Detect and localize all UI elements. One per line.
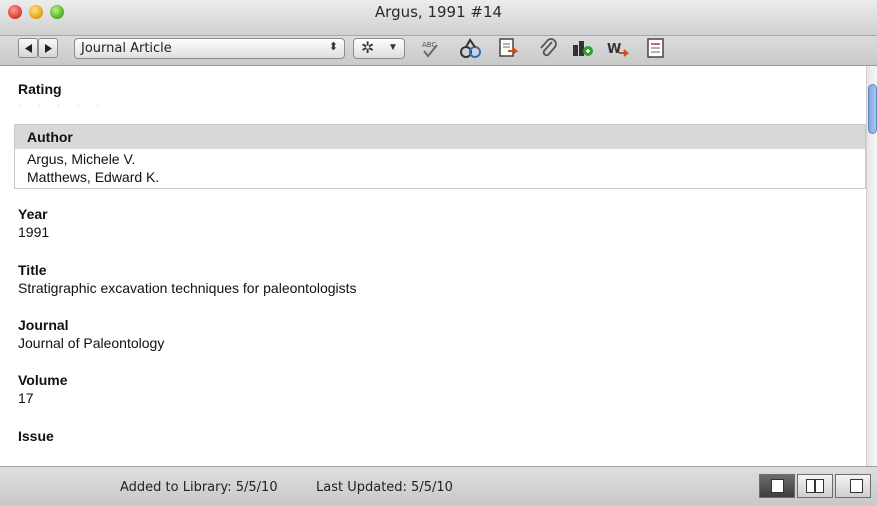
issue-field[interactable]: Issue (18, 427, 863, 445)
right-pane-icon (850, 479, 863, 493)
action-menu-button[interactable]: ✲ ▼ (353, 38, 405, 59)
split-pane-right-icon (815, 479, 824, 493)
author-label: Author (27, 129, 73, 145)
export-reference-icon (499, 38, 519, 57)
svg-text:W: W (607, 42, 621, 57)
issue-label: Issue (18, 428, 54, 444)
insert-figure-icon (573, 41, 593, 56)
rating-field: Rating · · · · · (18, 80, 863, 110)
reference-editor: Rating · · · · · Author Argus, Michele V… (0, 66, 866, 466)
scrollbar-thumb[interactable] (868, 84, 877, 134)
rating-stars[interactable]: · · · · · (18, 100, 863, 110)
status-bar: Added to Library: 5/5/10 Last Updated: 5… (0, 466, 877, 506)
title-bar: Argus, 1991 #14 (0, 0, 877, 36)
spellcheck-icon: ABC (422, 41, 438, 58)
web-link-button[interactable]: W (606, 36, 630, 60)
forward-arrow-icon (45, 44, 52, 53)
edit-fields-icon (647, 38, 664, 58)
reference-type-select[interactable]: Journal Article ⬍ (74, 38, 345, 59)
year-value[interactable]: 1991 (18, 223, 863, 241)
layout-right-pane-button[interactable] (835, 474, 871, 498)
layout-single-pane-button[interactable] (759, 474, 795, 498)
journal-value[interactable]: Journal of Paleontology (18, 334, 863, 352)
paperclip-icon (540, 38, 557, 57)
title-value[interactable]: Stratigraphic excavation techniques for … (18, 279, 863, 297)
spellcheck-button[interactable]: ABC (418, 36, 442, 60)
author-value[interactable]: Argus, Michele V. (27, 150, 865, 168)
back-button[interactable] (18, 38, 38, 58)
volume-label: Volume (18, 372, 68, 388)
export-reference-button[interactable] (496, 36, 520, 60)
author-value[interactable]: Matthews, Edward K. (27, 168, 865, 186)
attach-file-button[interactable] (536, 36, 560, 60)
year-label: Year (18, 206, 48, 222)
reference-type-value: Journal Article (81, 41, 172, 56)
insert-figure-button[interactable] (570, 36, 594, 60)
year-field[interactable]: Year 1991 (18, 205, 863, 241)
journal-label: Journal (18, 317, 69, 333)
edit-fields-button[interactable] (644, 36, 668, 60)
title-label: Title (18, 262, 47, 278)
select-arrows-icon: ⬍ (328, 40, 338, 53)
split-pane-left-icon (806, 479, 815, 493)
author-field[interactable]: Author Argus, Michele V. Matthews, Edwar… (14, 124, 866, 189)
volume-value[interactable]: 17 (18, 389, 863, 407)
web-link-icon: W (607, 42, 630, 57)
layout-switcher (759, 474, 874, 500)
volume-field[interactable]: Volume 17 (18, 371, 863, 407)
gear-icon: ✲ (361, 40, 375, 57)
title-field[interactable]: Title Stratigraphic excavation technique… (18, 261, 863, 297)
window-title: Argus, 1991 #14 (374, 3, 503, 21)
find-fulltext-button[interactable] (458, 36, 482, 60)
layout-split-pane-button[interactable] (797, 474, 833, 498)
journal-field[interactable]: Journal Journal of Paleontology (18, 316, 863, 352)
added-date: Added to Library: 5/5/10 (120, 480, 278, 495)
forward-button[interactable] (38, 38, 58, 58)
updated-date: Last Updated: 5/5/10 (316, 480, 453, 495)
rating-label: Rating (18, 81, 62, 97)
find-fulltext-icon (460, 38, 481, 58)
back-arrow-icon (25, 44, 32, 53)
single-pane-icon (771, 479, 784, 493)
chevron-down-icon: ▼ (388, 42, 398, 53)
